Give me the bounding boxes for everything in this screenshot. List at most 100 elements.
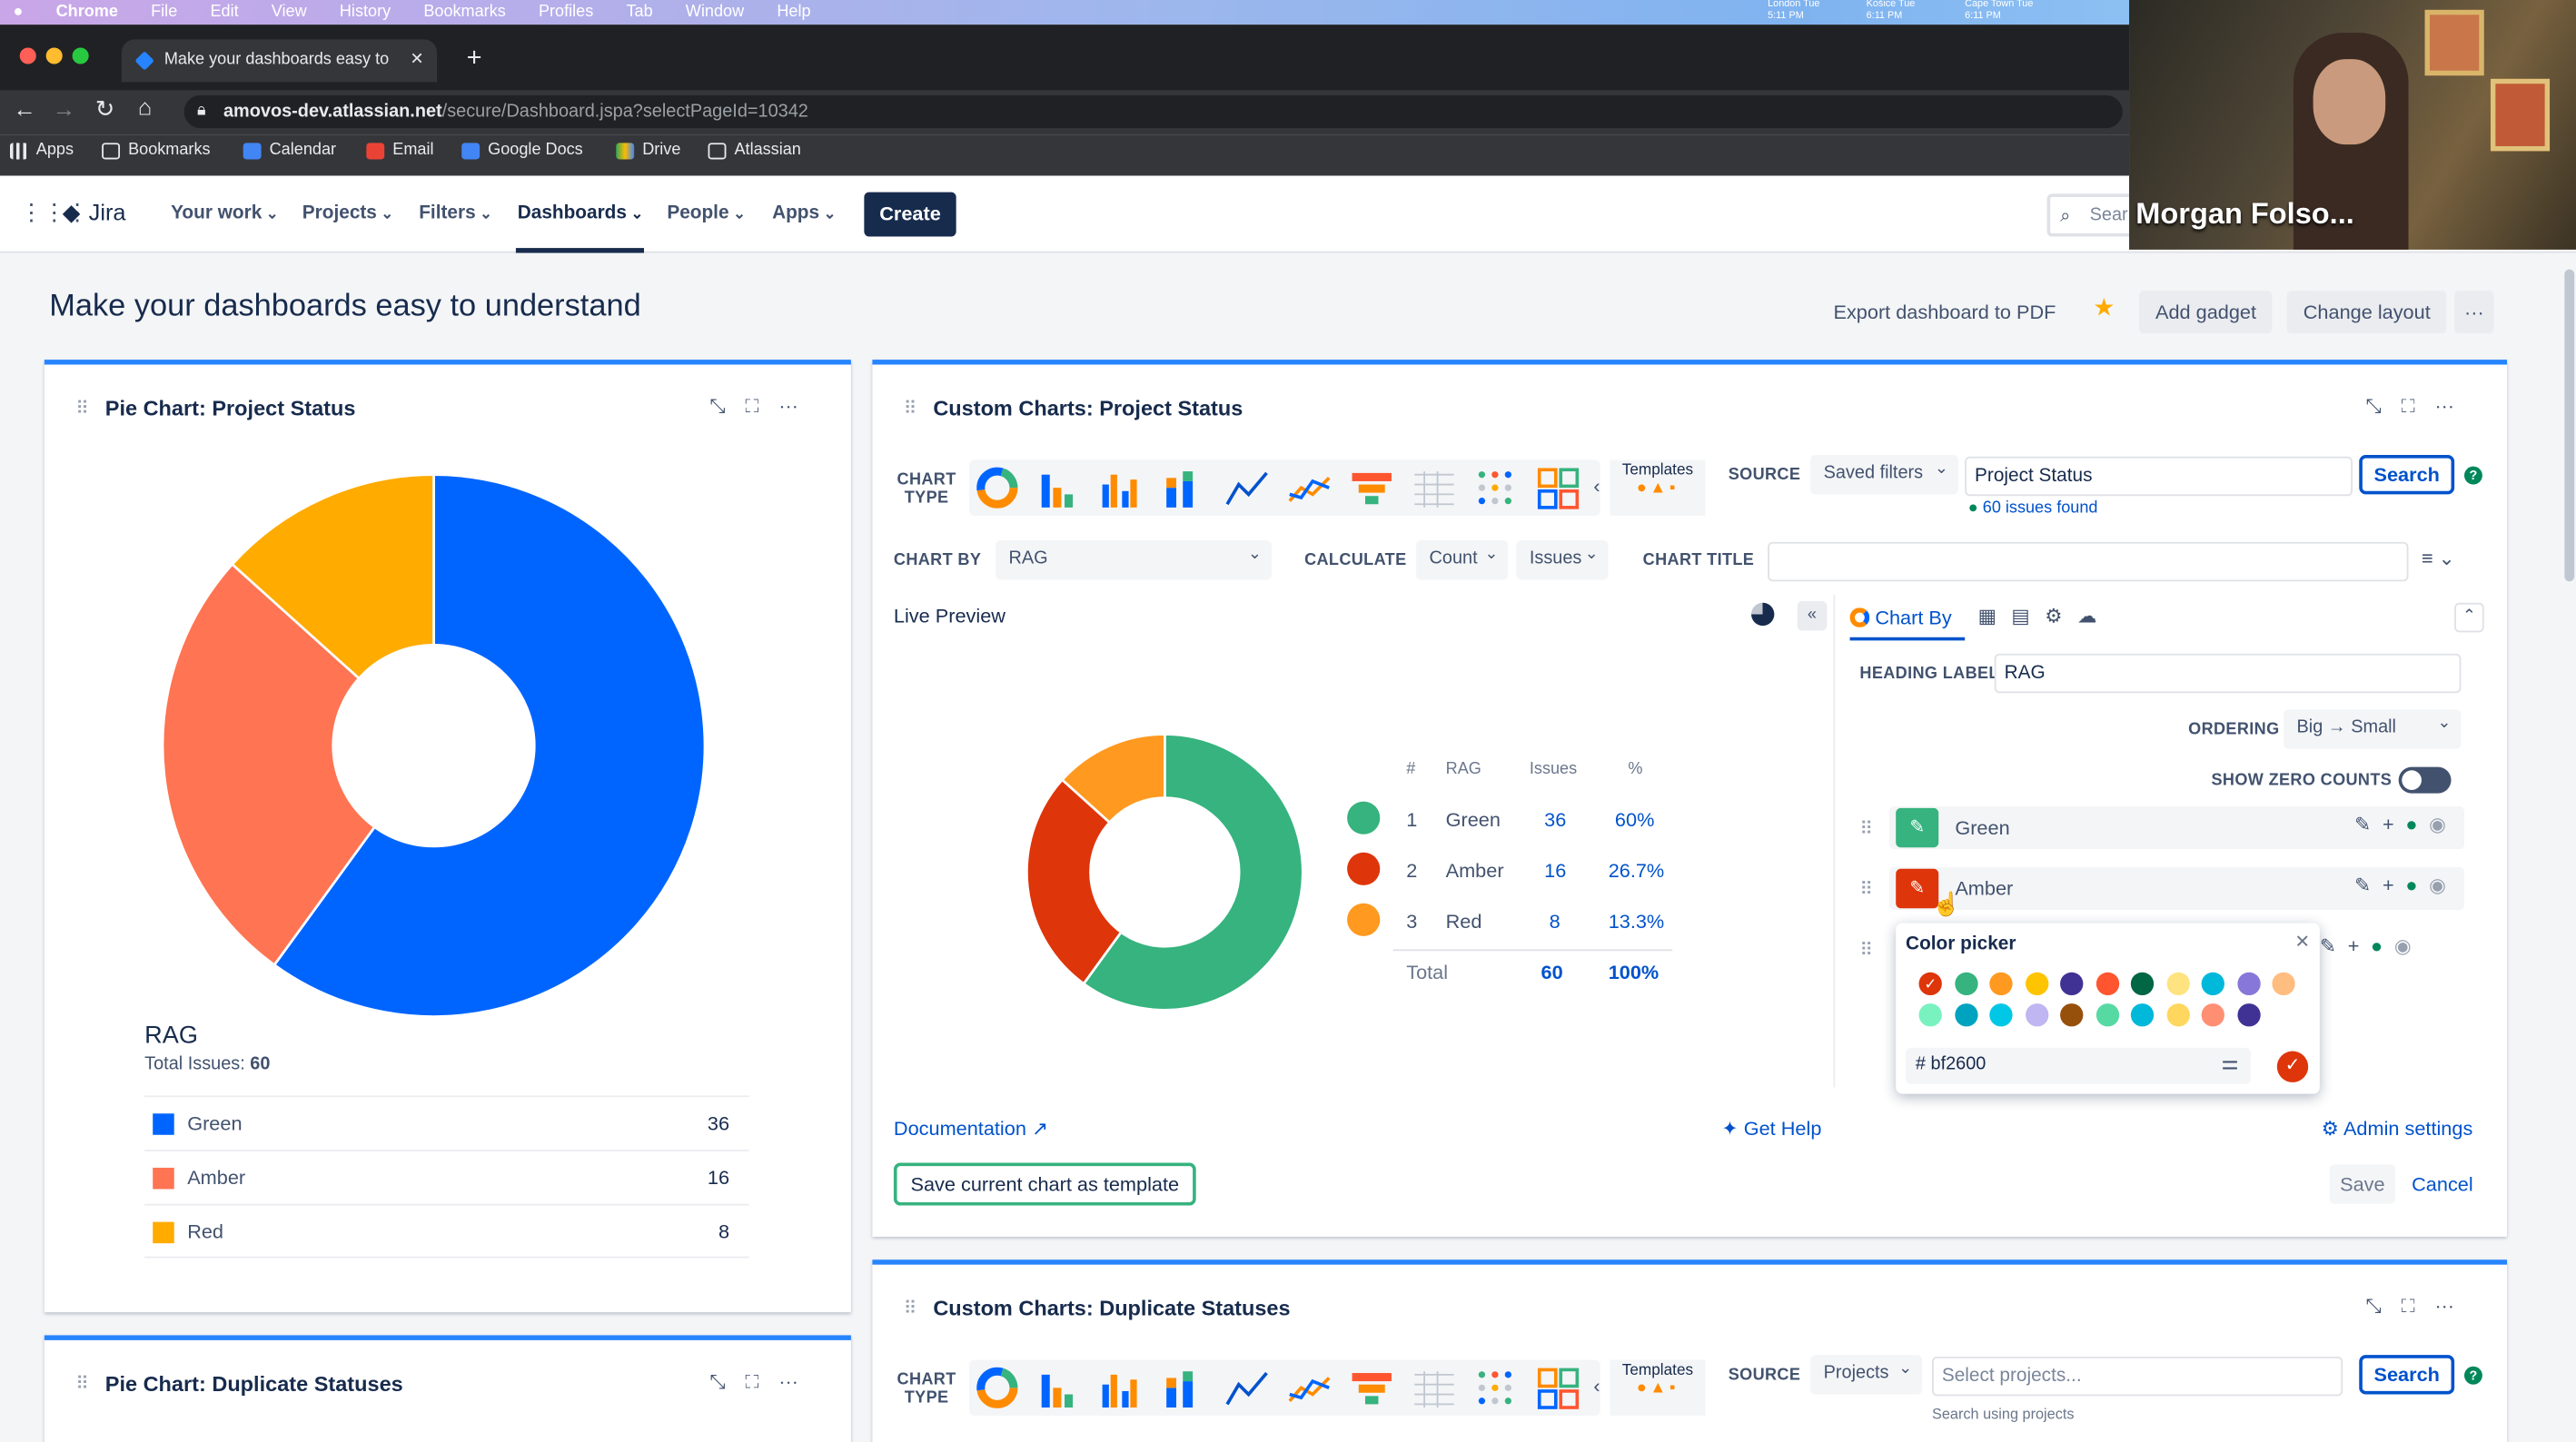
grouped-bar-type-icon[interactable] <box>1097 465 1146 511</box>
matrix-type-icon[interactable] <box>1472 465 1521 511</box>
check-icon[interactable]: ● <box>2405 813 2429 835</box>
address-bar[interactable]: 🔒︎ amovos-dev.atlassian.net/secure/Dashb… <box>183 94 2123 129</box>
palette-color-swatch[interactable] <box>2060 1003 2084 1027</box>
line-type-icon[interactable] <box>1223 465 1272 511</box>
confirm-color-button[interactable]: ✓ <box>2276 1051 2309 1082</box>
source-filter-input[interactable]: Project Status <box>1965 456 2353 497</box>
palette-color-swatch[interactable] <box>1989 972 2013 996</box>
add-gadget-button[interactable]: Add gadget <box>2138 291 2274 334</box>
add-icon[interactable]: + <box>2383 874 2405 896</box>
bookmark-drive[interactable]: Drive <box>616 142 680 159</box>
templates-button[interactable]: Templates ●▲▪ <box>1610 1359 1706 1417</box>
collapse-panel-icon[interactable]: « <box>1797 600 1828 631</box>
minimize-window-icon[interactable] <box>45 47 63 64</box>
palette-color-swatch[interactable] <box>2025 1003 2048 1027</box>
eye-icon[interactable]: ◉ <box>2394 934 2423 957</box>
bookmark-email[interactable]: Email <box>366 142 434 159</box>
funnel-type-icon[interactable] <box>1347 1365 1396 1411</box>
back-icon[interactable]: ← <box>13 95 35 122</box>
bookmark-atlassian[interactable]: Atlassian <box>708 142 801 159</box>
multi-line-type-icon[interactable] <box>1284 465 1333 511</box>
edit-icon[interactable]: ✎ <box>2354 874 2383 896</box>
page-scrollbar[interactable] <box>2562 252 2576 1442</box>
palette-color-swatch[interactable] <box>2236 972 2260 996</box>
chevron-left-icon[interactable]: ‹ <box>1593 1375 1600 1398</box>
nav-projects[interactable]: Projects <box>302 203 393 223</box>
palette-color-swatch[interactable] <box>2130 1003 2155 1027</box>
palette-icon[interactable]: ☁ <box>2077 605 2112 627</box>
table-settings-icon[interactable]: ▦ <box>1978 605 2012 627</box>
stacked-bar-type-icon[interactable] <box>1160 465 1209 511</box>
save-template-button[interactable]: Save current chart as template <box>893 1162 1196 1206</box>
text-align-icon[interactable]: ≡ ⌄ <box>2422 547 2455 569</box>
table-type-icon[interactable] <box>1410 465 1459 511</box>
fullscreen-icon[interactable]: ⛶ <box>745 394 778 417</box>
palette-color-swatch[interactable] <box>2236 1003 2260 1027</box>
jira-logo[interactable]: Jira <box>89 199 126 225</box>
zero-counts-toggle[interactable] <box>2398 766 2452 794</box>
minimize-icon[interactable]: ⤡ <box>709 394 745 417</box>
palette-color-swatch[interactable] <box>2165 972 2190 996</box>
add-icon[interactable]: + <box>2348 934 2371 957</box>
matrix-type-icon[interactable] <box>1472 1365 1521 1411</box>
fullscreen-icon[interactable]: ⛶ <box>2402 1294 2435 1317</box>
menu-edit[interactable]: Edit <box>210 4 238 22</box>
nav-your-work[interactable]: Your work <box>171 203 278 223</box>
row-percent-link[interactable]: 60% <box>1615 808 1654 831</box>
star-icon[interactable]: ★ <box>2093 292 2115 322</box>
palette-color-swatch[interactable] <box>2201 972 2224 996</box>
menu-profiles[interactable]: Profiles <box>539 4 593 22</box>
grouped-bar-type-icon[interactable] <box>1097 1365 1146 1411</box>
fullscreen-icon[interactable]: ⛶ <box>2402 394 2435 417</box>
row-issues-link[interactable]: 8 <box>1550 910 1560 933</box>
more-actions-button[interactable]: ··· <box>2454 291 2494 334</box>
line-type-icon[interactable] <box>1223 1365 1272 1411</box>
search-button[interactable]: Search <box>2359 454 2455 495</box>
palette-color-swatch[interactable] <box>2201 1003 2224 1027</box>
minimize-icon[interactable]: ⤡ <box>2365 1294 2401 1317</box>
check-icon[interactable]: ● <box>2371 934 2394 957</box>
maximize-window-icon[interactable] <box>72 47 89 64</box>
drag-handle-icon[interactable]: ⠿ <box>904 1298 917 1319</box>
save-button[interactable]: Save <box>2329 1164 2396 1204</box>
scrollbar-thumb[interactable] <box>2564 269 2575 582</box>
menu-tab[interactable]: Tab <box>626 4 652 22</box>
sliders-icon[interactable]: ⚌ <box>2221 1052 2238 1074</box>
drag-handle-icon[interactable]: ⠿ <box>1859 940 1873 961</box>
hex-input[interactable]: # bf2600 <box>1906 1047 2251 1084</box>
close-tab-icon[interactable]: ✕ <box>410 39 423 82</box>
palette-color-swatch[interactable] <box>1989 1003 2013 1027</box>
chevron-left-icon[interactable]: ‹ <box>1593 475 1600 498</box>
gadget-menu-icon[interactable]: ⋯ <box>778 1369 817 1392</box>
calculate-count-select[interactable]: Count <box>1416 540 1509 580</box>
row-percent-link[interactable]: 26.7% <box>1609 859 1665 882</box>
nav-people[interactable]: People <box>667 203 745 223</box>
browser-tab-active[interactable]: Make your dashboards easy to ✕ <box>121 39 438 83</box>
palette-color-swatch[interactable] <box>1954 972 1977 996</box>
source-type-select[interactable]: Saved filters <box>1810 454 1958 495</box>
cancel-button[interactable]: Cancel <box>2412 1172 2473 1195</box>
theme-toggle-icon[interactable] <box>1751 602 1775 627</box>
source-type-select[interactable]: Projects <box>1810 1355 1923 1395</box>
help-icon[interactable]: ? <box>2464 1366 2482 1385</box>
bar-type-icon[interactable] <box>1035 1365 1084 1411</box>
tiles-type-icon[interactable] <box>1534 1365 1583 1411</box>
tiles-type-icon[interactable] <box>1534 465 1583 511</box>
tab-chart-by[interactable]: Chart By <box>1849 606 1952 629</box>
drag-handle-icon[interactable]: ⠿ <box>75 398 89 420</box>
drag-handle-icon[interactable]: ⠿ <box>75 1373 89 1395</box>
bookmark-bookmarks[interactable]: Bookmarks <box>102 142 211 159</box>
doughnut-type-icon[interactable] <box>973 465 1022 511</box>
chart-title-input[interactable] <box>1768 541 2409 582</box>
calculate-issues-select[interactable]: Issues <box>1516 540 1609 580</box>
search-button[interactable]: Search <box>2359 1355 2455 1395</box>
menu-view[interactable]: View <box>272 4 307 22</box>
funnel-type-icon[interactable] <box>1347 465 1396 511</box>
check-icon[interactable]: ● <box>2405 874 2429 896</box>
menu-window[interactable]: Window <box>686 4 744 22</box>
apple-icon[interactable]: ● <box>13 4 23 22</box>
select-projects-input[interactable]: Select projects... <box>1931 1356 2343 1397</box>
comment-icon[interactable]: ▤ <box>2011 605 2045 627</box>
menu-file[interactable]: File <box>151 4 177 22</box>
palette-color-swatch[interactable] <box>2165 1003 2190 1027</box>
